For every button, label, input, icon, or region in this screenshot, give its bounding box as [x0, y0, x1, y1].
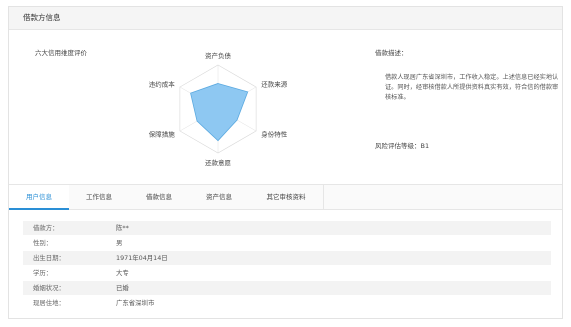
info-value: 大专 — [116, 269, 129, 277]
tab-asset-info[interactable]: 资产信息 — [189, 185, 250, 209]
radar-axis-label: 还款意愿 — [205, 158, 232, 167]
description-title: 借款描述： — [375, 49, 408, 57]
info-row-birthdate: 出生日期： 1971年04月14日 — [23, 251, 551, 265]
info-key: 借款方： — [33, 224, 59, 232]
tab-work-info[interactable]: 工作信息 — [69, 185, 130, 209]
panel-header: 借款方信息 — [9, 7, 562, 30]
radar-axis-label: 身份特性 — [261, 130, 288, 139]
radar-axis-label: 还款来源 — [261, 80, 288, 89]
panel-title: 借款方信息 — [23, 13, 61, 22]
risk-label: 风险评估等级： — [375, 142, 421, 150]
info-tabs: 用户信息 工作信息 借款信息 资产信息 其它审核资料 — [9, 184, 562, 210]
info-key: 婚姻状况： — [33, 284, 65, 292]
info-key: 性别： — [33, 239, 53, 247]
borrower-info-panel: 借款方信息 六大信用维度评价 资产负债 还款来源 身份特性 还款意愿 保障措施 违约成本 … — [8, 6, 563, 319]
info-row-marital: 婚姻状况： 已婚 — [23, 281, 551, 295]
info-key: 学历： — [33, 269, 53, 277]
radar-axis-label: 保障措施 — [149, 130, 176, 139]
info-key: 出生日期： — [33, 254, 65, 262]
info-value: 广东省深圳市 — [116, 299, 155, 307]
risk-value: B1 — [420, 142, 430, 150]
tab-loan-info[interactable]: 借款信息 — [129, 185, 190, 209]
info-value: 男 — [116, 239, 123, 247]
risk-level: 风险评估等级：B1 — [375, 140, 429, 150]
evaluation-title: 六大信用维度评价 — [35, 49, 87, 57]
radar-area — [190, 83, 249, 142]
info-row-residence: 现居住地： 广东省深圳市 — [23, 296, 551, 310]
info-value: 陈** — [116, 224, 129, 232]
credit-radar-chart: 资产负债还款来源身份特性还款意愿 保障措施 违约成本 — [149, 51, 288, 167]
info-row-education: 学历： 大专 — [23, 266, 551, 280]
radar-axis-label: 违约成本 — [149, 80, 176, 89]
info-row-gender: 性别： 男 — [23, 236, 551, 250]
radar-axis-label: 资产负债 — [205, 51, 232, 60]
info-value: 已婚 — [116, 284, 129, 292]
info-value: 1971年04月14日 — [116, 254, 168, 262]
info-key: 现居住地： — [33, 299, 65, 307]
tab-other-documents[interactable]: 其它审核资料 — [249, 185, 324, 209]
info-row-borrower: 借款方： 陈** — [23, 221, 551, 235]
tab-user-info[interactable]: 用户信息 — [9, 185, 70, 210]
description-text: 借款人现居广东省深圳市，工作收入稳定。上述信息已经实地认证。同时，经审核借款人所… — [385, 74, 559, 101]
